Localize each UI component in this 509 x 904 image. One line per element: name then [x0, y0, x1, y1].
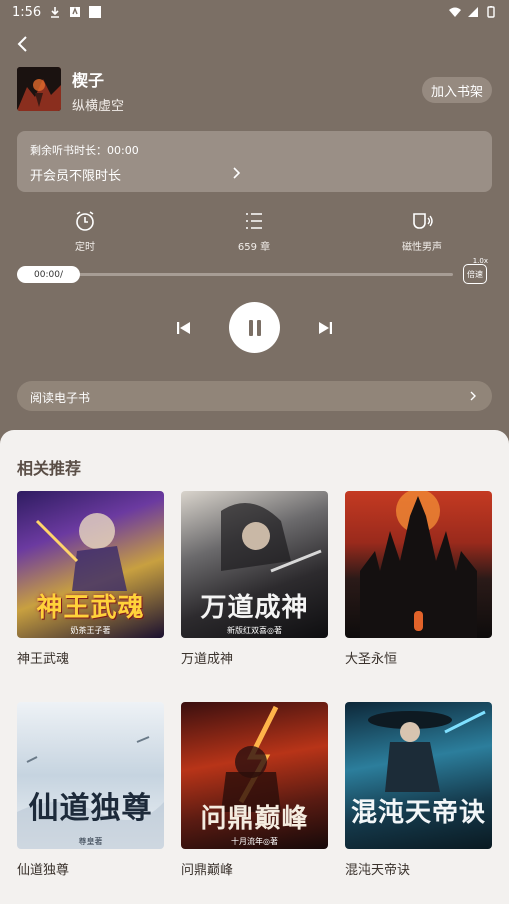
cover-art-icon	[17, 67, 61, 111]
cover-title: 神王武魂	[36, 593, 145, 623]
wifi-icon	[449, 7, 461, 17]
signal-icon	[468, 7, 478, 17]
notification-square-icon	[89, 6, 102, 18]
vip-card[interactable]: 剩余听书时长：00:00 开会员不限时长	[17, 131, 492, 192]
book-name: 神王武魂	[17, 652, 70, 667]
timer-icon	[76, 211, 94, 231]
battery-icon	[487, 6, 495, 18]
book-header: 楔子 纵横虚空 加入书架	[17, 67, 492, 114]
book-cover: 神王武魂 奶茶王子著	[17, 491, 164, 638]
chapter-list-icon	[246, 213, 262, 229]
progress-thumb[interactable]: 00:00/	[17, 266, 80, 283]
cover-author: 奶茶王子著	[70, 626, 111, 635]
voice-icon	[413, 213, 433, 229]
book-name: 大圣永恒	[345, 652, 398, 667]
cover-title: 混沌天帝诀	[350, 798, 486, 828]
previous-icon[interactable]	[175, 319, 193, 337]
voice-label: 磁性男声	[402, 242, 442, 253]
remaining-time-label: 剩余听书时长：00:00	[30, 144, 139, 157]
book-cover: 混沌天帝诀	[345, 702, 492, 849]
speed-button[interactable]: 倍速	[463, 264, 487, 284]
recommend-book-card[interactable]: 神王武魂 奶茶王子著 神王武魂	[17, 491, 164, 667]
chevron-right-icon	[470, 391, 476, 401]
speed-label: 倍速	[467, 269, 483, 279]
book-name: 万道成神	[181, 652, 234, 667]
add-to-shelf-button[interactable]: 加入书架	[422, 77, 492, 103]
chapter-list-button[interactable]: 659 章	[209, 210, 299, 256]
book-author[interactable]: 纵横虚空	[72, 95, 124, 114]
timer-button[interactable]: 定时	[40, 210, 130, 256]
read-ebook-label: 阅读电子书	[30, 391, 91, 405]
recommend-book-card[interactable]: 混沌天帝诀 混沌天帝诀	[345, 702, 492, 878]
chapter-count-label: 659 章	[237, 242, 271, 253]
book-cover: 仙道独尊 尊皇著	[17, 702, 164, 849]
castle-icon	[360, 491, 477, 638]
next-icon[interactable]	[316, 319, 334, 337]
cover-title: 仙道独尊	[28, 791, 153, 826]
cover-title: 万道成神	[200, 593, 309, 623]
cover-author: 十月流年◎著	[231, 837, 278, 846]
voice-button[interactable]: 磁性男声	[377, 210, 467, 256]
book-name: 混沌天帝诀	[345, 863, 411, 878]
back-button[interactable]	[12, 33, 34, 55]
book-name: 问鼎巅峰	[181, 863, 234, 878]
book-cover: 问鼎巅峰 十月流年◎著	[181, 702, 328, 849]
progress-area: 00:00/ 倍速 1.0x	[17, 257, 492, 286]
controls-row: 定时 659 章 磁性男声	[0, 210, 509, 256]
timer-label: 定时	[75, 242, 95, 253]
read-ebook-button[interactable]: 阅读电子书	[17, 381, 492, 411]
cover-title: 问鼎巅峰	[200, 804, 309, 834]
chevron-right-icon	[233, 167, 241, 179]
pause-button[interactable]	[229, 302, 280, 353]
progress-track[interactable]	[17, 273, 453, 276]
speed-badge: 1.0x	[472, 257, 488, 265]
pause-icon	[248, 319, 261, 336]
download-icon	[51, 7, 60, 18]
book-title: 楔子	[72, 71, 105, 90]
cover-author: 尊皇著	[78, 837, 103, 846]
player-controls	[0, 302, 509, 354]
recommend-book-card[interactable]: 大圣永恒	[345, 491, 492, 667]
recommend-book-card[interactable]: 万道成神 新版红双喜◎著 万道成神	[181, 491, 328, 667]
book-cover: 万道成神 新版红双喜◎著	[181, 491, 328, 638]
status-time: 1:56	[12, 4, 42, 20]
recommend-book-card[interactable]: 仙道独尊 尊皇著 仙道独尊	[17, 702, 164, 878]
book-cover[interactable]	[17, 67, 61, 111]
vip-unlimited-link[interactable]: 开会员不限时长	[30, 165, 121, 184]
status-bar: 1:56	[0, 0, 509, 24]
book-cover	[345, 491, 492, 638]
recommend-title: 相关推荐	[17, 459, 82, 478]
chevron-left-icon	[17, 36, 27, 52]
recommend-book-card[interactable]: 问鼎巅峰 十月流年◎著 问鼎巅峰	[181, 702, 328, 878]
cover-author: 新版红双喜◎著	[227, 626, 282, 635]
app-notification-icon	[70, 7, 81, 17]
book-name: 仙道独尊	[17, 863, 70, 878]
recommend-panel: 相关推荐 神王武魂 奶茶王子著 神王武魂 万道成神 新版红双喜◎著 万道成神 大…	[0, 430, 509, 904]
